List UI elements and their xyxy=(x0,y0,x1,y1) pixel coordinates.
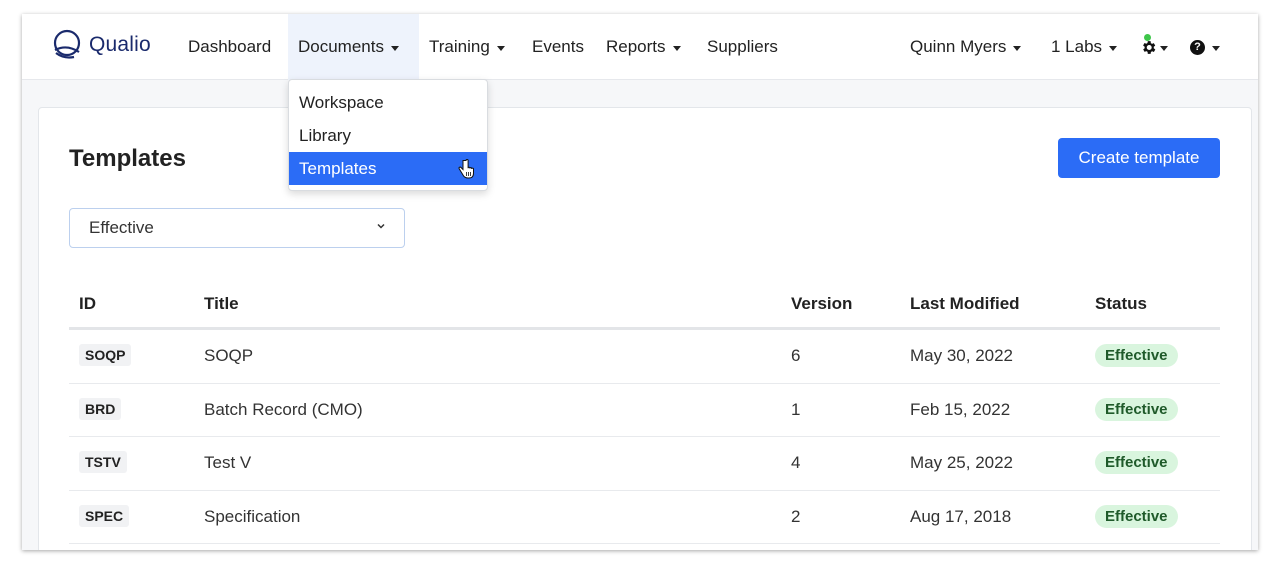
nav-suppliers-label: Suppliers xyxy=(707,37,778,56)
id-badge: BRD xyxy=(79,397,122,420)
caret-down-icon xyxy=(1109,45,1118,51)
org-menu[interactable]: 1 Labs xyxy=(1041,14,1127,80)
table-row[interactable]: BRD Batch Record (CMO) 1 Feb 15, 2022 Ef… xyxy=(69,384,1220,437)
template-title[interactable]: SOQP xyxy=(204,346,253,366)
template-title[interactable]: Specification xyxy=(204,507,300,527)
id-badge: SPEC xyxy=(79,504,130,527)
page-title: Templates xyxy=(69,145,186,172)
template-version: 4 xyxy=(791,453,801,472)
table-row[interactable]: TSTV Test V 4 May 25, 2022 Effective xyxy=(69,437,1220,491)
table-row[interactable]: SPEC Specification 2 Aug 17, 2018 Effect… xyxy=(69,491,1220,544)
column-header-last-modified[interactable]: Last Modified xyxy=(910,294,1020,314)
nav-dashboard[interactable]: Dashboard xyxy=(178,14,281,80)
id-badge: TSTV xyxy=(79,451,127,473)
user-name: Quinn Myers xyxy=(910,37,1007,56)
nav-documents-label: Documents xyxy=(298,37,384,56)
column-header-version[interactable]: Version xyxy=(791,294,852,314)
qualio-logo-icon xyxy=(53,29,81,59)
nav-events[interactable]: Events xyxy=(522,14,594,80)
settings-status-dot xyxy=(1144,33,1151,41)
user-menu[interactable]: Quinn Myers xyxy=(900,14,1031,80)
documents-dropdown-menu: Workspace Library Templates xyxy=(288,79,488,191)
caret-down-icon xyxy=(1212,45,1220,51)
settings-menu[interactable] xyxy=(1130,14,1178,80)
create-template-button[interactable]: Create template xyxy=(1058,138,1220,178)
nav-reports-label: Reports xyxy=(606,37,666,56)
question-circle-icon: ? xyxy=(1190,39,1205,55)
template-last-modified: Aug 17, 2018 xyxy=(910,506,1012,526)
template-version: 1 xyxy=(791,399,801,419)
template-last-modified: May 25, 2022 xyxy=(910,453,1014,472)
brand-logo[interactable]: Qualio xyxy=(50,28,151,62)
nav-documents[interactable]: Documents xyxy=(288,14,419,80)
table-row[interactable]: SOQP SOQP 6 May 30, 2022 Effective xyxy=(69,330,1220,384)
templates-card: Templates Create template Effective ID T… xyxy=(38,107,1252,550)
status-badge: Effective xyxy=(1095,451,1178,474)
nav-training-label: Training xyxy=(429,37,490,56)
caret-down-icon xyxy=(496,45,505,51)
nav-reports[interactable]: Reports xyxy=(596,14,691,80)
template-title[interactable]: Batch Record (CMO) xyxy=(204,400,363,420)
template-last-modified: May 30, 2022 xyxy=(910,346,1014,365)
gear-icon xyxy=(1140,33,1157,56)
status-badge: Effective xyxy=(1095,344,1178,367)
org-name: 1 Labs xyxy=(1051,37,1103,56)
menu-item-library[interactable]: Library xyxy=(289,119,487,152)
caret-down-icon xyxy=(1013,45,1022,51)
nav-suppliers[interactable]: Suppliers xyxy=(697,14,788,80)
app-window: Qualio Dashboard Documents Training Even… xyxy=(22,14,1258,550)
status-filter-value: Effective xyxy=(89,218,154,237)
top-navbar: Qualio Dashboard Documents Training Even… xyxy=(22,14,1258,80)
template-title[interactable]: Test V xyxy=(204,453,251,473)
menu-item-templates-label: Templates xyxy=(299,158,377,178)
status-badge: Effective xyxy=(1095,397,1178,421)
caret-down-icon xyxy=(672,45,681,51)
nav-training[interactable]: Training xyxy=(419,14,515,80)
help-menu[interactable]: ? xyxy=(1180,14,1230,80)
nav-dashboard-label: Dashboard xyxy=(188,37,272,56)
caret-down-icon xyxy=(1160,45,1168,51)
status-badge: Effective xyxy=(1095,504,1178,528)
nav-events-label: Events xyxy=(532,37,584,56)
column-header-title[interactable]: Title xyxy=(204,294,239,314)
brand-name: Qualio xyxy=(89,33,151,56)
column-header-id[interactable]: ID xyxy=(79,294,96,314)
template-version: 2 xyxy=(791,506,801,526)
id-badge: SOQP xyxy=(79,344,132,366)
templates-table: ID Title Version Last Modified Status SO… xyxy=(69,278,1220,544)
menu-item-workspace[interactable]: Workspace xyxy=(289,86,487,119)
column-header-status[interactable]: Status xyxy=(1095,294,1147,314)
chevron-down-icon xyxy=(376,220,386,234)
template-version: 6 xyxy=(791,346,801,365)
caret-down-icon xyxy=(390,45,399,51)
table-header: ID Title Version Last Modified Status xyxy=(69,278,1220,330)
menu-item-templates[interactable]: Templates xyxy=(289,152,487,185)
hand-pointer-cursor-icon xyxy=(458,159,474,179)
template-last-modified: Feb 15, 2022 xyxy=(910,399,1011,419)
status-filter-select[interactable]: Effective xyxy=(69,208,405,248)
